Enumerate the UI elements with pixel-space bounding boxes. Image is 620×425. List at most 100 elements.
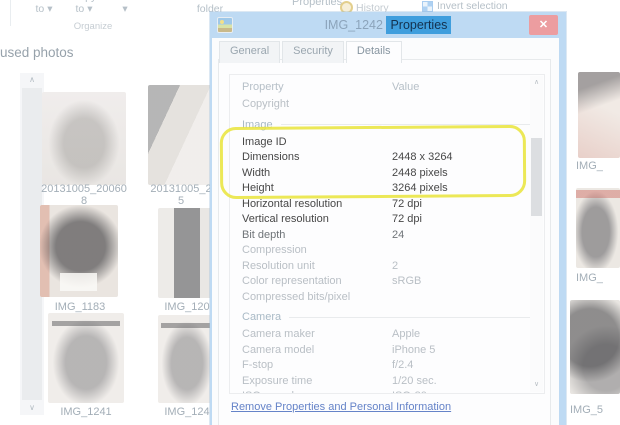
section-label: Image <box>242 118 273 131</box>
column-header-value: Value <box>392 81 420 93</box>
photo-thumbnail[interactable] <box>578 72 620 158</box>
rename-button[interactable]: Rename <box>142 0 188 3</box>
property-value: 2 <box>392 259 399 272</box>
property-name: Height <box>242 182 274 194</box>
dialog-body: General Security Details Property Value … <box>212 38 559 425</box>
property-row[interactable]: Horizontal resolution 72 dpi <box>230 197 544 213</box>
image-file-icon <box>217 17 233 33</box>
property-row[interactable]: Compressed bits/pixel <box>230 290 544 306</box>
property-row[interactable]: Width 2448 pixels <box>230 166 544 182</box>
tab-details[interactable]: Details <box>345 41 402 63</box>
property-name: Vertical resolution <box>242 213 329 225</box>
property-row[interactable]: Vertical resolution 72 dpi <box>230 212 544 228</box>
property-value: f/2.4 <box>392 359 414 371</box>
details-tab-panel: Property Value Copyright Image Image ID Dim… <box>218 59 551 425</box>
property-name: Copyright <box>242 98 290 110</box>
photo-label: IMG_5 <box>570 404 604 416</box>
delete-dropdown-arrow-icon: ▾ <box>122 3 128 15</box>
property-value: 2448 x 3264 <box>392 151 453 163</box>
section-label: Camera <box>242 311 282 323</box>
invert-selection-label: Invert selection <box>437 0 508 12</box>
property-name: Horizontal resolution <box>242 197 343 210</box>
dialog-titlebar[interactable]: IMG_1242 Properties ✕ <box>210 12 566 38</box>
photo-thumbnail[interactable] <box>570 300 620 394</box>
property-list-scrollbar[interactable]: ∧ ∨ <box>530 76 543 392</box>
property-value: ISO-80 <box>392 389 427 393</box>
property-row[interactable]: Exposure time 1/20 sec. <box>230 374 544 390</box>
property-name: Dimensions <box>242 151 300 163</box>
scroll-up-icon[interactable]: ∧ <box>530 78 543 88</box>
property-row[interactable]: Compression <box>230 243 544 259</box>
dialog-title: IMG_1242 Properties <box>210 12 566 38</box>
dialog-title-highlighted: Properties <box>386 16 452 34</box>
property-name: Color representation <box>242 275 342 287</box>
photo-thumbnail[interactable] <box>48 313 124 403</box>
property-name: ISO speed <box>242 389 392 393</box>
invert-selection-button[interactable]: Invert selection <box>422 0 508 12</box>
property-list: Property Value Copyright Image Image ID Dim… <box>229 74 545 394</box>
dialog-tabs: General Security Details <box>219 41 404 63</box>
property-row[interactable]: ISO speedISO-80 <box>230 389 544 393</box>
property-name: Width <box>242 166 271 179</box>
property-name: Bit depth <box>242 228 286 241</box>
move-to-label-line2: to ▾ <box>35 3 53 15</box>
photo-label: IMG_120 <box>164 301 210 313</box>
tab-general[interactable]: General <box>219 41 281 63</box>
rename-label: Rename <box>142 0 188 3</box>
photo-label: IMG_124 <box>164 406 210 418</box>
remove-properties-link[interactable]: Remove Properties and Personal Informati… <box>231 401 451 413</box>
property-value: 72 dpi <box>392 213 422 225</box>
property-row[interactable]: F-stop f/2.4 <box>230 358 544 374</box>
property-row[interactable]: Copyright <box>230 97 544 113</box>
property-value: 72 dpi <box>392 197 422 210</box>
property-name: Compression <box>242 244 307 256</box>
property-value: 1/20 sec. <box>392 374 437 387</box>
property-row[interactable]: Bit depth 24 <box>230 228 544 244</box>
photo-thumbnail[interactable] <box>42 92 126 185</box>
copy-to-label-line2: to ▾ <box>75 3 93 15</box>
photo-label: IMG_ <box>576 160 603 172</box>
folder-heading: used photos <box>0 45 74 60</box>
scroll-down-icon[interactable]: ∨ <box>20 402 44 414</box>
property-name: Resolution unit <box>242 259 315 272</box>
property-row[interactable]: Resolution unit 2 <box>230 259 544 275</box>
photo-thumbnail[interactable] <box>158 208 216 298</box>
copy-to-button[interactable]: Copy to ▾ <box>64 0 104 15</box>
move-to-button[interactable]: Move to ▾ <box>24 0 64 15</box>
property-name: Exposure time <box>242 374 313 387</box>
organize-group-label: Organize <box>73 21 113 32</box>
property-value: iPhone 5 <box>392 343 436 356</box>
delete-button[interactable]: Delete ▾ <box>104 0 146 15</box>
scrollbar-thumb[interactable] <box>531 138 542 216</box>
photo-thumbnail[interactable] <box>158 315 216 403</box>
property-value: 24 <box>392 228 405 241</box>
property-row[interactable]: Camera maker Apple <box>230 327 544 343</box>
scrollbar-thumb[interactable] <box>22 88 42 400</box>
photo-label: 20131005_20060 8 <box>41 183 127 207</box>
scroll-down-icon[interactable]: ∨ <box>530 380 543 390</box>
photo-thumbnail[interactable] <box>40 205 118 297</box>
tab-security[interactable]: Security <box>282 41 344 63</box>
property-name: Image ID <box>242 135 287 148</box>
properties-dialog: IMG_1242 Properties ✕ General Security D… <box>210 12 566 425</box>
close-button[interactable]: ✕ <box>529 15 558 35</box>
photo-thumbnail[interactable] <box>576 188 620 268</box>
property-name: Camera maker <box>242 328 315 340</box>
photo-thumbnail[interactable] <box>148 85 216 185</box>
column-header-property: Property <box>242 81 284 93</box>
photo-label: IMG_ <box>576 272 603 284</box>
property-row[interactable]: Color representation sRGB <box>230 274 544 290</box>
properties-ribbon-button[interactable]: Properties <box>292 0 342 8</box>
scroll-up-icon[interactable]: ∧ <box>20 74 44 86</box>
section-divider <box>289 316 541 318</box>
screenshot-root: Move to ▾ Copy to ▾ Delete ▾ Rename New … <box>0 0 620 425</box>
property-value: 3264 pixels <box>392 182 448 194</box>
section-header-image: Image <box>230 118 544 132</box>
property-row[interactable]: Image ID <box>230 135 544 151</box>
property-row[interactable]: Camera model iPhone 5 <box>230 343 544 359</box>
dialog-title-filename: IMG_1242 <box>324 18 383 32</box>
property-value: sRGB <box>392 275 422 287</box>
property-row[interactable]: Dimensions 2448 x 3264 <box>230 150 544 166</box>
property-list-header: Property Value <box>230 75 544 97</box>
property-row[interactable]: Height 3264 pixels <box>230 181 544 197</box>
